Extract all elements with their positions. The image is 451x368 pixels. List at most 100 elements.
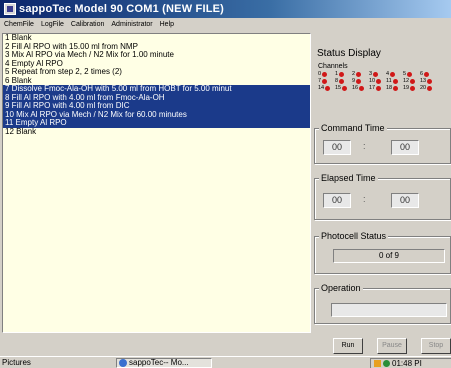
tray-clock: 01:48 PI [392,359,422,368]
step-row[interactable]: 7 Dissolve Fmoc-Ala-OH with 5.00 ml from… [3,85,310,94]
channel-number: 11 [386,78,392,84]
channel-number: 2 [352,71,356,77]
step-row[interactable]: 2 Fill Al RPO with 15.00 ml from NMP [3,43,310,52]
tray-network-icon[interactable] [383,360,390,367]
channel-indicator: 12 [403,78,420,84]
channel-number: 9 [352,78,356,84]
channel-indicator: 15 [335,85,352,91]
channel-led-icon [322,71,328,77]
channel-indicator: 2 [352,71,369,77]
operation-group: Operation [314,283,451,324]
step-row[interactable]: 11 Empty Al RPO [3,119,310,128]
channel-indicator: 16 [352,85,369,91]
channel-number: 10 [369,78,376,84]
channel-led-icon [322,78,328,84]
command-time-label: Command Time [319,123,387,133]
menu-administrator[interactable]: Administrator [111,21,152,28]
app-globe-icon [119,359,127,367]
window-title: sappoTec Model 90 COM1 (NEW FILE) [19,3,225,15]
channel-indicator: 14 [318,85,335,91]
channel-number: 0 [318,71,322,77]
channel-number: 4 [386,71,390,77]
menu-bar: ChemFile LogFile Calibration Administrat… [0,18,451,31]
system-tray: 01:48 PI [370,358,451,368]
title-bar[interactable]: sappoTec Model 90 COM1 (NEW FILE) [0,0,451,18]
taskbar: Pictures sappoTec-- Mo... 01:48 PI [0,356,451,368]
channel-led-icon [342,85,348,91]
step-row[interactable]: 6 Blank [3,77,310,86]
photocell-value: 0 of 9 [333,249,445,263]
channel-number: 18 [386,85,393,91]
step-row[interactable]: 1 Blank [3,34,310,43]
taskbar-app-button[interactable]: sappoTec-- Mo... [116,358,212,368]
menu-chemfile[interactable]: ChemFile [4,21,34,28]
step-row[interactable]: 3 Mix Al RPO via Mech / N2 Mix for 1.00 … [3,51,310,60]
status-panel: Status Display Channels 0 1 2 3 4 5 6 7 8 9 10 11 12… [314,46,451,330]
elapsed-time-group: Elapsed Time 00 : 00 [314,173,451,220]
channel-number: 8 [335,78,339,84]
channel-led-icon [427,85,433,91]
channel-indicators: 0 1 2 3 4 5 6 7 8 9 10 11 12 13 14 15 16 17 18 19 20 [318,71,437,91]
channel-number: 7 [318,78,322,84]
channel-led-icon [339,78,345,84]
channel-indicator: 19 [403,85,420,91]
step-row[interactable]: 4 Empty Al RPO [3,60,310,69]
channel-number: 12 [403,78,410,84]
channel-number: 1 [335,71,339,77]
channel-led-icon [376,85,382,91]
channel-led-icon [373,71,379,77]
channel-led-icon [410,78,416,84]
menu-help[interactable]: Help [160,21,174,28]
step-row[interactable]: 8 Fill Al RPO with 4.00 ml from Fmoc-Ala… [3,93,310,102]
operation-field [331,303,447,317]
step-row[interactable]: 10 Mix Al RPO via Mech / N2 Mix for 60.0… [3,110,310,119]
channel-indicator: 9 [352,78,369,84]
channel-indicator: 6 [420,71,437,77]
channel-indicator: 11 [386,78,403,84]
channel-number: 3 [369,71,373,77]
menu-logfile[interactable]: LogFile [41,21,64,28]
channel-led-icon [427,78,433,84]
photocell-label: Photocell Status [319,231,389,241]
step-row[interactable]: 9 Fill Al RPO with 4.00 ml from DIC [3,102,310,111]
pause-button[interactable]: Pause [377,338,407,354]
run-button[interactable]: Run [333,338,363,354]
command-time-group: Command Time 00 : 00 [314,123,451,164]
operation-label: Operation [319,283,363,293]
channel-number: 16 [352,85,359,91]
command-time-separator: : [363,141,366,151]
channel-led-icon [410,85,416,91]
taskbar-pictures[interactable]: Pictures [2,358,94,368]
channel-indicator: 5 [403,71,420,77]
channel-indicator: 0 [318,71,335,77]
channel-led-icon [359,85,365,91]
menu-calibration[interactable]: Calibration [71,21,104,28]
stop-button[interactable]: Stop [421,338,451,354]
elapsed-time-hours: 00 [323,193,351,208]
tray-shield-icon[interactable] [374,360,381,367]
channel-number: 19 [403,85,410,91]
channel-led-icon [356,78,362,84]
step-row[interactable]: 5 Repeat from step 2, 2 times (2) [3,68,310,77]
taskbar-app-label: sappoTec-- Mo... [129,358,189,367]
channel-led-icon [339,71,345,77]
channel-indicator: 8 [335,78,352,84]
channel-led-icon [392,78,398,84]
elapsed-time-label: Elapsed Time [319,173,378,183]
channel-indicator: 17 [369,85,386,91]
channel-led-icon [376,78,382,84]
channel-indicator: 4 [386,71,403,77]
step-row[interactable]: 12 Blank [3,128,310,137]
channel-indicator: 3 [369,71,386,77]
channel-number: 13 [420,78,427,84]
elapsed-time-separator: : [363,194,366,204]
channels-label: Channels [318,63,348,70]
step-list[interactable]: 1 Blank 2 Fill Al RPO with 15.00 ml from … [2,33,311,333]
channel-led-icon [390,71,396,77]
channel-number: 15 [335,85,342,91]
channel-led-icon [356,71,362,77]
channel-indicator: 1 [335,71,352,77]
status-display-title: Status Display [317,48,381,59]
channel-led-icon [393,85,399,91]
channel-number: 17 [369,85,376,91]
